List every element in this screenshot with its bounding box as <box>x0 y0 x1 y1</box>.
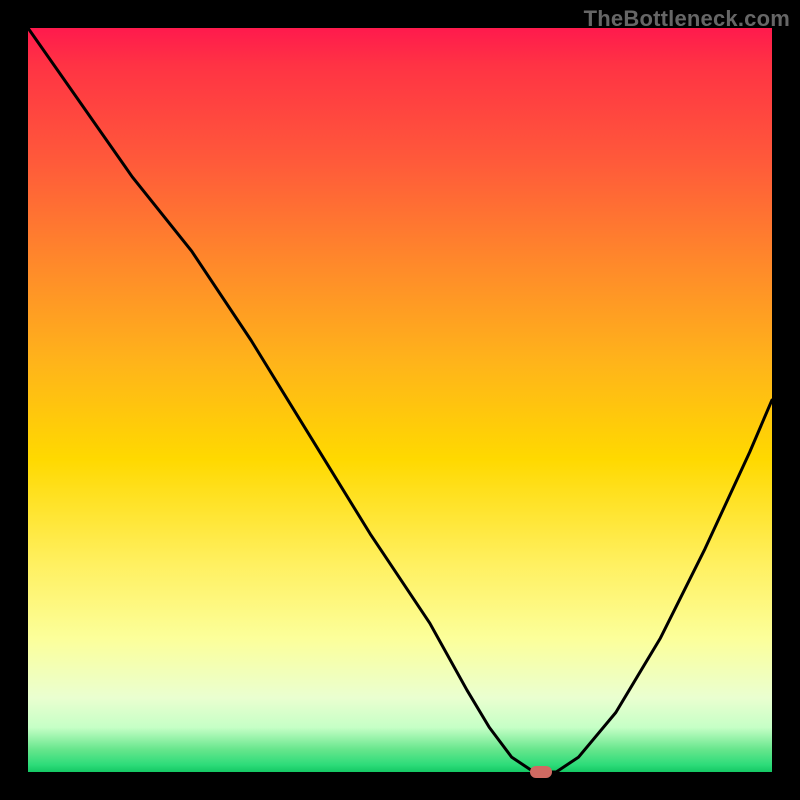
chart-frame: TheBottleneck.com <box>0 0 800 800</box>
optimal-marker <box>530 766 552 778</box>
curve-path <box>28 28 772 772</box>
plot-area <box>28 28 772 772</box>
bottleneck-curve <box>28 28 772 772</box>
watermark-label: TheBottleneck.com <box>584 6 790 32</box>
